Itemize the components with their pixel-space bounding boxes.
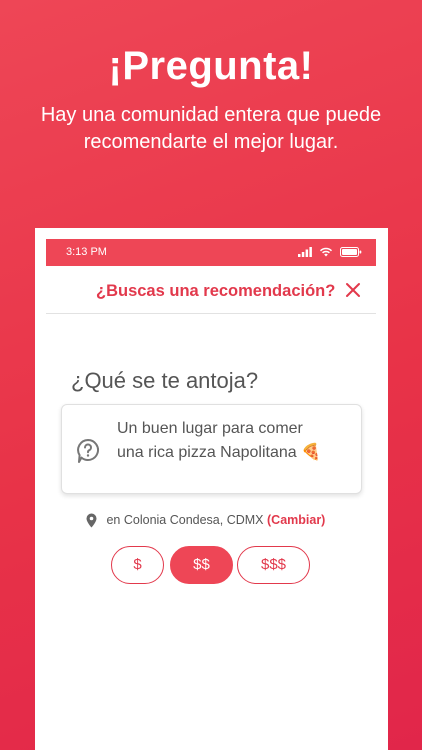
craving-input[interactable]: Un buen lugar para comer una rica pizza … (61, 404, 362, 494)
wifi-icon (319, 247, 332, 257)
question-label: ¿Qué se te antoja? (71, 368, 259, 393)
battery-icon (340, 247, 362, 258)
hero-subtitle: Hay una comunidad entera que puede recom… (20, 102, 402, 156)
close-icon[interactable] (344, 281, 362, 299)
status-time: 3:13 PM (66, 246, 107, 258)
close-button[interactable] (344, 281, 362, 299)
hero-subtitle-line-1: Hay una comunidad entera que puede (40, 104, 382, 126)
phone-screen: 3:13 PM ¿Buscas una recomendación? ¿Qué … (35, 228, 388, 750)
location-text: en Colonia Condesa, CDMX (106, 513, 264, 527)
hero-subtitle-line-2: recomendarte el mejor lugar. (83, 131, 339, 153)
modal-header: ¿Buscas una recomendación? (46, 278, 376, 314)
status-bar: 3:13 PM (46, 239, 376, 266)
hero-title: ¡Pregunta! (108, 44, 314, 88)
signal-icon (297, 247, 312, 258)
change-location-link[interactable]: (Cambiar) (267, 513, 325, 527)
price-option-medium[interactable]: $$ (170, 546, 233, 584)
location-pin-icon (86, 513, 97, 528)
status-icons (294, 246, 362, 258)
modal-title: ¿Buscas una recomendación? (96, 282, 336, 300)
craving-text[interactable]: Un buen lugar para comer una rica pizza … (117, 417, 352, 465)
price-option-high[interactable]: $$$ (237, 546, 310, 584)
craving-text-line-1: Un buen lugar para comer (117, 420, 303, 437)
craving-text-line-2: una rica pizza Napolitana 🍕 (117, 444, 322, 461)
question-bubble-icon (77, 439, 99, 463)
location-row: en Colonia Condesa, CDMX (Cambiar) (86, 513, 325, 528)
price-option-low[interactable]: $ (111, 546, 164, 584)
